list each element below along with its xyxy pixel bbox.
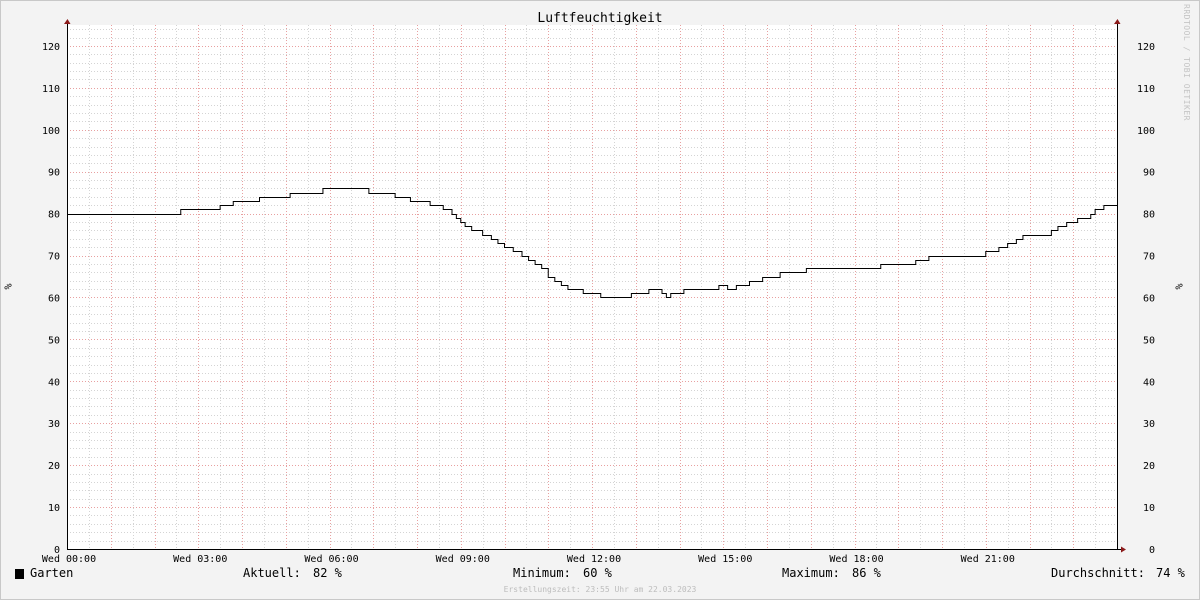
y-tick-label-left: 100: [42, 126, 60, 137]
x-tick-label: Wed 15:00: [698, 554, 752, 565]
y-tick-label-left: 60: [48, 293, 60, 304]
x-tick-label: Wed 12:00: [567, 554, 621, 565]
legend-series-name: Garten: [30, 566, 74, 580]
y-tick-label-left: 80: [48, 210, 60, 221]
y-tick-label-right: 60: [1143, 293, 1155, 304]
maximum-value: 86 %: [852, 566, 881, 580]
y-tick-label-right: 30: [1143, 419, 1155, 430]
legend: Garten Aktuell: 82 % Minimum: 60 % Maxim…: [0, 566, 1200, 584]
current-value: 82 %: [313, 566, 342, 580]
y-tick-label-right: 50: [1143, 335, 1155, 346]
y-axis-arrow-right: [1114, 19, 1121, 24]
y-tick-label-left: 10: [48, 503, 60, 514]
y-tick-label-right: 20: [1143, 461, 1155, 472]
average-value: 74 %: [1156, 566, 1185, 580]
y-tick-label-left: 110: [42, 84, 60, 95]
y-tick-label-left: 120: [42, 42, 60, 53]
x-tick-label: Wed 18:00: [829, 554, 883, 565]
average-label: Durchschnitt:: [1051, 566, 1145, 580]
legend-swatch-garten: [15, 569, 24, 579]
y-tick-label-right: 80: [1143, 210, 1155, 221]
y-tick-label-left: 50: [48, 335, 60, 346]
x-tick-label: Wed 00:00: [42, 554, 96, 565]
humidity-chart: 0 10 20 30 40 50 60 70 80 90 100 110 120 0 10 20 30 40 50…: [42, 19, 1155, 565]
y-tick-label-right: 40: [1143, 377, 1155, 388]
x-tick-label: Wed 03:00: [173, 554, 227, 565]
y-tick-label-left: 70: [48, 252, 60, 263]
y-tick-label-right: 70: [1143, 252, 1155, 263]
x-tick-labels: Wed 00:00 Wed 03:00 Wed 06:00 Wed 09:00 Wed …: [42, 554, 1015, 565]
x-tick-label: Wed 06:00: [304, 554, 358, 565]
minimum-label: Minimum:: [513, 566, 571, 580]
x-tick-label: Wed 21:00: [961, 554, 1015, 565]
maximum-label: Maximum:: [782, 566, 840, 580]
y-axis-arrow-left: [64, 19, 71, 24]
y-tick-label-right: 110: [1137, 84, 1155, 95]
y-tick-label-left: 20: [48, 461, 60, 472]
y-tick-label-right: 90: [1143, 168, 1155, 179]
y-tick-label-right: 100: [1137, 126, 1155, 137]
current-label: Aktuell:: [243, 566, 301, 580]
y-tick-label-left: 90: [48, 168, 60, 179]
y-tick-labels-left: 0102030405060708090100110120: [42, 42, 60, 556]
y-tick-label-left: 30: [48, 419, 60, 430]
minimum-value: 60 %: [583, 566, 612, 580]
x-axis-arrow: [1121, 546, 1126, 553]
x-tick-label: Wed 09:00: [436, 554, 490, 565]
y-tick-labels-right: 0 10 20 30 40 50 60 70 80 90 100 110 120: [1137, 42, 1155, 556]
creation-time: Erstellungszeit: 23:55 Uhr am 22.03.2023: [503, 585, 697, 594]
y-tick-label-right: 0: [1149, 545, 1155, 556]
y-tick-label-right: 120: [1137, 42, 1155, 53]
y-tick-label-right: 10: [1143, 503, 1155, 514]
y-tick-label-left: 40: [48, 377, 60, 388]
